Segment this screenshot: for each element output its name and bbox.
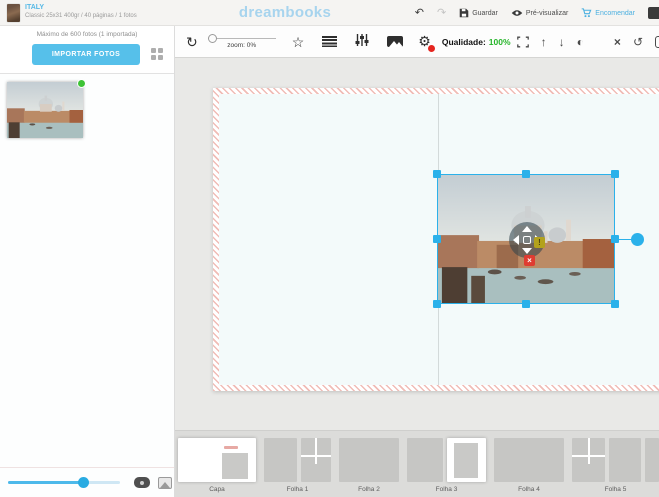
page-thumb[interactable] [494, 438, 564, 482]
sidebar-footer [0, 467, 174, 497]
stretch-handle-knob[interactable] [631, 233, 644, 246]
more-tools-icon[interactable] [655, 36, 659, 48]
rotate-ccw-icon[interactable]: ↺ [633, 36, 643, 48]
cover-thumb[interactable] [178, 438, 256, 482]
preview-label: Pré-visualizar [526, 10, 568, 17]
thumbnail-size-knob[interactable] [78, 477, 89, 488]
resize-handle-top[interactable] [522, 170, 530, 178]
quality-label: Qualidade: [442, 37, 486, 47]
settings-alert-badge [428, 45, 435, 52]
page-label: Folha 4 [518, 486, 540, 493]
bring-forward-icon[interactable]: ↑ [541, 36, 547, 48]
page-thumb[interactable] [339, 438, 399, 482]
resize-handle-bottom-right[interactable] [611, 300, 619, 308]
grid-view-icon[interactable] [151, 48, 164, 61]
save-label: Guardar [472, 10, 498, 17]
order-button[interactable]: Encomendar [581, 8, 635, 18]
undo-icon[interactable]: ↶ [415, 8, 424, 19]
resize-handle-bottom-left[interactable] [433, 300, 441, 308]
adjustments-icon[interactable] [355, 33, 369, 51]
menu-icon[interactable] [648, 7, 659, 19]
page-folha-2[interactable]: Folha 2 [339, 438, 399, 493]
move-down-arrow-icon [522, 248, 532, 254]
fit-screen-icon[interactable] [517, 36, 529, 48]
page-thumb[interactable] [301, 438, 331, 482]
zoom-label: zoom: 0% [227, 42, 256, 49]
page-thumb[interactable] [645, 438, 659, 482]
photos-summary: Máximo de 600 fotos (1 importada) [0, 31, 174, 38]
photo-view-icon[interactable] [158, 477, 172, 489]
page-label: Folha 2 [358, 486, 380, 493]
move-up-arrow-icon [522, 226, 532, 232]
resize-handle-top-right[interactable] [611, 170, 619, 178]
thumbnail-size-slider[interactable] [8, 481, 120, 484]
quality-indicator: Qualidade: 100% [442, 37, 511, 47]
cart-icon [581, 8, 592, 18]
current-page-photo-placeholder [454, 443, 478, 478]
project-title: ITALY [25, 4, 137, 13]
page-label: Folha 5 [605, 486, 627, 493]
preview-button[interactable]: Pré-visualizar [511, 9, 568, 17]
dreambooks-editor: ITALY Classic 25x31 400gr / 40 páginas /… [0, 0, 659, 497]
project-subtitle: Classic 25x31 400gr / 40 páginas / 1 fot… [25, 13, 137, 21]
editor-main: ↻ zoom: 0% ☆ ⚙ Qualidade: 100% [175, 26, 659, 497]
project-info: ITALY Classic 25x31 400gr / 40 páginas /… [0, 4, 137, 22]
redo-icon[interactable]: ↷ [437, 8, 446, 19]
order-label: Encomendar [595, 10, 635, 17]
settings-button[interactable]: ⚙ [418, 33, 431, 51]
venice-photo-thumb [7, 82, 83, 138]
send-backward-icon[interactable]: ↓ [559, 36, 565, 48]
pages-filmstrip: Capa Folha 1 Folha 2 [175, 430, 659, 497]
arrange-tools: ↑ ↓ ◐ × ↺ [517, 36, 659, 48]
cover-photo-placeholder [222, 453, 248, 479]
move-center-icon [523, 236, 531, 244]
hide-used-icon[interactable] [134, 477, 150, 488]
photos-sidebar: Máximo de 600 fotos (1 importada) IMPORT… [0, 26, 175, 497]
quality-value: 100% [489, 37, 511, 47]
photo-thumbnail[interactable] [7, 82, 83, 138]
zoom-knob[interactable] [208, 34, 217, 43]
page-label: Capa [209, 486, 225, 493]
import-photos-button[interactable]: IMPORTAR FOTOS [32, 44, 140, 65]
dreambooks-logo: dreambooks [225, 4, 345, 21]
stretch-handle-line [614, 239, 632, 241]
contrast-icon[interactable]: ◐ [577, 36, 584, 48]
page-folha-1[interactable]: Folha 1 [264, 438, 331, 493]
current-page-thumb[interactable] [447, 438, 486, 482]
page-thumb[interactable] [407, 438, 443, 482]
page-thumb[interactable] [264, 438, 297, 482]
floppy-icon [459, 8, 469, 18]
rotate-icon[interactable]: ↻ [186, 35, 198, 49]
favorite-icon[interactable]: ☆ [292, 35, 305, 49]
warning-badge-icon: ! [534, 237, 545, 248]
resize-handle-bottom[interactable] [522, 300, 530, 308]
top-actions: ↶ ↷ Guardar Pré-visualizar Encomendar [415, 0, 659, 26]
move-left-arrow-icon [513, 235, 519, 245]
canvas: ! × [175, 58, 659, 430]
sidebar-header: Máximo de 600 fotos (1 importada) IMPORT… [0, 26, 174, 74]
eye-icon [511, 9, 523, 17]
page-folha-4[interactable]: Folha 4 [494, 438, 564, 493]
resize-handle-left[interactable] [433, 235, 441, 243]
page-cover[interactable]: Capa [178, 438, 256, 493]
page-label: Folha 1 [287, 486, 309, 493]
layouts-icon[interactable] [322, 36, 337, 47]
page-thumb[interactable] [572, 438, 605, 482]
save-button[interactable]: Guardar [459, 8, 498, 18]
editor-toolbar: ↻ zoom: 0% ☆ ⚙ Qualidade: 100% [175, 26, 659, 58]
delete-icon[interactable]: × [614, 36, 621, 48]
error-badge-icon: × [524, 255, 535, 266]
background-photo-icon[interactable] [387, 36, 403, 47]
page-thumb[interactable] [609, 438, 641, 482]
selected-photo-frame[interactable]: ! × [437, 174, 615, 304]
page-folha-5[interactable]: Folha 5 [572, 438, 659, 493]
cover-title-mark [224, 446, 238, 449]
resize-handle-top-left[interactable] [433, 170, 441, 178]
project-cover-thumbnail [7, 4, 20, 22]
top-bar: ITALY Classic 25x31 400gr / 40 páginas /… [0, 0, 659, 26]
zoom-slider[interactable]: zoom: 0% [206, 34, 278, 49]
page-folha-3[interactable]: Folha 3 [407, 438, 486, 493]
photo-used-badge [77, 79, 86, 88]
page-label: Folha 3 [436, 486, 458, 493]
